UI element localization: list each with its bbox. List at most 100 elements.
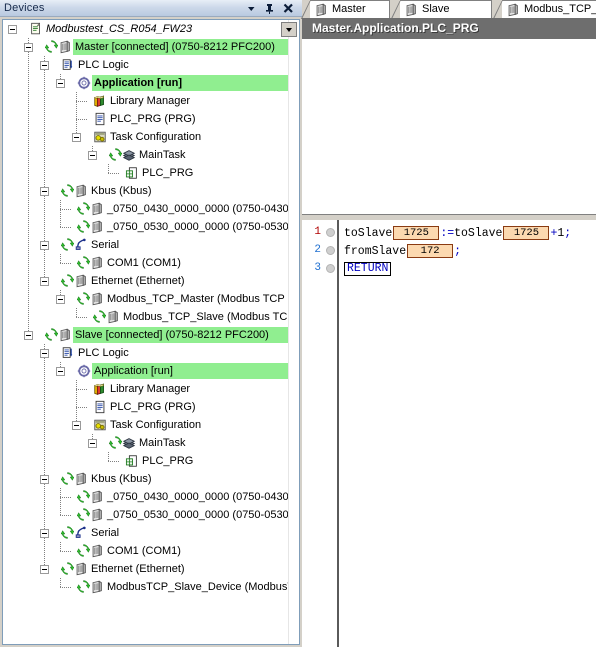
editor-tabstrip[interactable]: Master Slave Modbus_TCP_	[301, 0, 596, 19]
tree-item-slave-com1[interactable]: COM1 (COM1)	[3, 542, 299, 560]
task-configuration-icon	[93, 130, 107, 144]
application-icon	[77, 364, 91, 378]
tree-expander-master-plclogic[interactable]	[40, 61, 49, 70]
editor-tab-slave[interactable]: Slave	[391, 0, 492, 19]
tree-item-slave-ethernet[interactable]: Ethernet (Ethernet)	[3, 560, 299, 578]
tree-item-master-kbus[interactable]: Kbus (Kbus)	[3, 182, 299, 200]
running-status-icon	[61, 184, 75, 198]
breakpoint-marker[interactable]	[326, 246, 335, 255]
tree-item-master-maintask[interactable]: MainTask	[3, 146, 299, 164]
tree-item-slave-application[interactable]: Application [run]	[3, 362, 299, 380]
tree-item-master-com1[interactable]: COM1 (COM1)	[3, 254, 299, 272]
tree-expander-master-application[interactable]	[56, 79, 65, 88]
plc-logic-icon	[61, 58, 75, 72]
tree-item-slave-modbustcp-slave-device[interactable]: ModbusTCP_Slave_Device (ModbusTC	[3, 578, 299, 596]
code-token: toSlave	[344, 227, 393, 240]
auto-hide-pin-icon[interactable]	[263, 2, 276, 15]
tree-item-slave-maintask-plcprg[interactable]: PLC_PRG	[3, 452, 299, 470]
tree-expander-slave-kbus[interactable]	[40, 475, 49, 484]
breakpoint-marker[interactable]	[326, 264, 335, 273]
tree-item-master-kbus-0530[interactable]: _0750_0530_0000_0000 (0750-0530)	[3, 218, 299, 236]
running-status-icon	[77, 292, 91, 306]
tree-expander-master-serial[interactable]	[40, 241, 49, 250]
devices-panel-title: Devices	[4, 2, 45, 14]
tree-expander-slave-taskconfig[interactable]	[72, 421, 81, 430]
tree-item-master-application[interactable]: Application [run]	[3, 74, 299, 92]
tree-item-master[interactable]: Master [connected] (0750-8212 PFC200)	[3, 38, 299, 56]
device-tree[interactable]: Modbustest_CS_R054_FW23 Master [connected…	[3, 20, 299, 644]
tree-expander-slave-plclogic[interactable]	[40, 349, 49, 358]
plc-device-icon	[58, 328, 72, 342]
tree-item-slave-plclogic[interactable]: PLC Logic	[3, 344, 299, 362]
running-status-icon	[93, 310, 107, 324]
editor-tab-modbus-tcp[interactable]: Modbus_TCP_	[493, 0, 596, 19]
tree-item-label: MainTask	[139, 149, 186, 161]
devices-tree-frame: Modbustest_CS_R054_FW23 Master [connected…	[2, 19, 300, 645]
tree-expander-master-modbus-tcp-master[interactable]	[56, 295, 65, 304]
tree-item-master-serial[interactable]: Serial	[3, 236, 299, 254]
tree-guide-line	[108, 461, 120, 462]
tree-expander-master-taskconfig[interactable]	[72, 133, 81, 142]
tree-expander-slave[interactable]	[24, 331, 33, 340]
code-editor-area[interactable]: 1 2 3 toSlave 1725:=toSlave 1725 +1; fromSlave…	[302, 220, 596, 647]
tree-expander-slave-maintask[interactable]	[88, 439, 97, 448]
tree-item-master-libmgr[interactable]: Library Manager	[3, 92, 299, 110]
device-icon	[90, 256, 104, 270]
code-line[interactable]: toSlave 1725:=toSlave 1725 +1;	[344, 226, 571, 241]
device-icon	[90, 220, 104, 234]
editor-tab-master[interactable]: Master	[301, 0, 390, 19]
tree-expander-project[interactable]	[8, 25, 17, 34]
tree-item-master-modbus-tcp-slave[interactable]: Modbus_TCP_Slave (Modbus TCP	[3, 308, 299, 326]
tree-expander-slave-serial[interactable]	[40, 529, 49, 538]
tree-expander-master-maintask[interactable]	[88, 151, 97, 160]
declaration-watch-area[interactable]	[302, 39, 596, 215]
code-line[interactable]: RETURN	[344, 262, 392, 276]
code-line[interactable]: fromSlave 172;	[344, 244, 461, 259]
panel-dropdown-icon[interactable]	[245, 2, 258, 15]
tree-item-slave-maintask[interactable]: MainTask	[3, 434, 299, 452]
tree-item-master-kbus-0430[interactable]: _0750_0430_0000_0000 (0750-0430)	[3, 200, 299, 218]
device-icon	[90, 490, 104, 504]
tree-item-slave[interactable]: Slave [connected] (0750-8212 PFC200)	[3, 326, 299, 344]
tree-expander-slave-ethernet[interactable]	[40, 565, 49, 574]
tree-expander-master[interactable]	[24, 43, 33, 52]
tree-dropdown-button[interactable]	[281, 22, 297, 37]
task-icon	[122, 148, 136, 162]
tree-item-label: Library Manager	[110, 383, 191, 395]
pou-icon	[93, 400, 107, 414]
tree-guide-line	[28, 308, 29, 326]
tree-item-slave-kbus-0430[interactable]: _0750_0430_0000_0000 (0750-0430)	[3, 488, 299, 506]
tree-item-project[interactable]: Modbustest_CS_R054_FW23	[3, 20, 299, 38]
tree-guide-line	[60, 227, 72, 228]
running-status-icon	[109, 436, 123, 450]
tree-item-master-ethernet[interactable]: Ethernet (Ethernet)	[3, 272, 299, 290]
tree-guide-line	[28, 92, 29, 110]
tree-item-master-taskconfig[interactable]: Task Configuration	[3, 128, 299, 146]
tree-item-slave-plcprg[interactable]: PLC_PRG (PRG)	[3, 398, 299, 416]
tree-item-master-plclogic[interactable]: PLC Logic	[3, 56, 299, 74]
tree-expander-master-kbus[interactable]	[40, 187, 49, 196]
tree-guide-line	[44, 542, 45, 560]
tree-expander-slave-application[interactable]	[56, 367, 65, 376]
tree-item-slave-kbus-0530[interactable]: _0750_0530_0000_0000 (0750-0530)	[3, 506, 299, 524]
device-icon	[106, 310, 120, 324]
tree-item-master-plcprg[interactable]: PLC_PRG (PRG)	[3, 110, 299, 128]
tree-item-master-maintask-plcprg[interactable]: PLC_PRG	[3, 164, 299, 182]
tree-item-slave-taskconfig[interactable]: Task Configuration	[3, 416, 299, 434]
breakpoint-marker[interactable]	[326, 228, 335, 237]
project-icon	[29, 22, 43, 36]
tree-item-slave-libmgr[interactable]: Library Manager	[3, 380, 299, 398]
tree-item-label: Application [run]	[94, 365, 173, 377]
device-icon	[74, 274, 88, 288]
tree-item-label: COM1 (COM1)	[107, 257, 181, 269]
running-status-icon	[61, 472, 75, 486]
tree-item-master-modbus-tcp-master[interactable]: Modbus_TCP_Master (Modbus TCP Ma	[3, 290, 299, 308]
code-token: toSlave	[454, 227, 503, 240]
device-icon	[314, 3, 328, 17]
close-icon[interactable]	[282, 2, 295, 15]
tree-item-slave-kbus[interactable]: Kbus (Kbus)	[3, 470, 299, 488]
code-operator: :=	[440, 227, 455, 240]
tree-item-slave-serial[interactable]: Serial	[3, 524, 299, 542]
tree-expander-master-ethernet[interactable]	[40, 277, 49, 286]
tree-guide-line	[28, 128, 29, 146]
